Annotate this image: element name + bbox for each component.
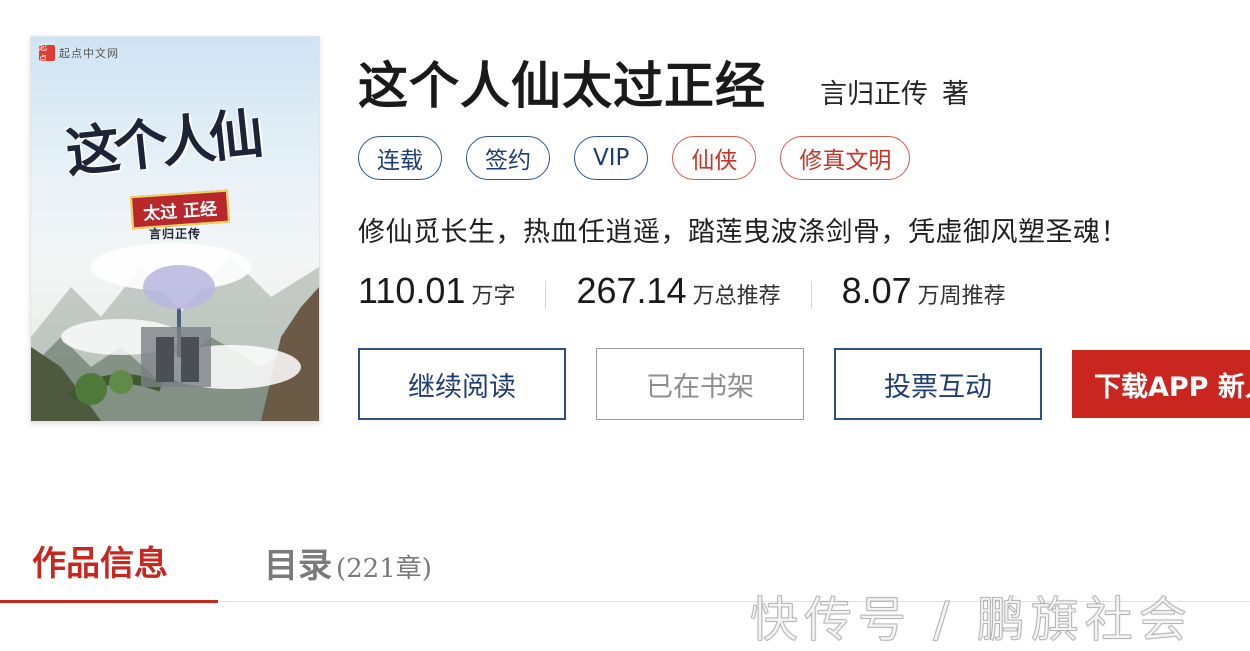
author-suffix: 著 [942,79,969,110]
continue-reading-button[interactable]: 继续阅读 [358,348,566,420]
stat-total-recommend: 267.14 万总推荐 [576,270,780,312]
tab-catalog-count: (221章) [336,554,432,584]
cover-author-art: 言归正传 [149,227,202,241]
stat-value: 267.14 [576,270,687,311]
publisher-name: 起点中文网 [59,47,119,60]
tag-serializing: 连载 [358,136,442,180]
watermark: 快传号 / 鹏旗社会 [750,592,1193,649]
stat-unit: 万周推荐 [917,284,1006,309]
stat-value: 8.07 [841,270,912,311]
cover-publisher: 起点 起点中文网 [39,43,119,63]
cover-subtitle-art: 太过 正经 [129,189,230,230]
title-row: 这个人仙太过正经 言归正传 著 [358,46,969,118]
author-link[interactable]: 言归正传 [820,72,928,111]
stat-value: 110.01 [358,270,466,311]
active-tab-indicator [0,600,218,603]
tag-subcategory[interactable]: 修真文明 [780,136,911,180]
in-bookshelf-button[interactable]: 已在书架 [596,348,804,420]
stat-unit: 万字 [471,284,516,309]
vote-button[interactable]: 投票互动 [834,348,1042,420]
tab-book-info[interactable]: 作品信息 [32,536,168,585]
tag-category-xianxia[interactable]: 仙侠 [672,136,757,180]
stat-weekly-recommend: 8.07 万周推荐 [842,270,1006,312]
action-buttons: 继续阅读 已在书架 投票互动 下载APP 新人 [358,348,1250,420]
stat-word-count: 110.01 万字 [358,270,515,312]
book-cover[interactable]: 起点 起点中文网 这个人仙 太过 正经 言归正传 [30,36,320,422]
publisher-logo-icon: 起点 [39,43,55,63]
book-stats: 110.01 万字 267.14 万总推荐 8.07 万周推荐 [358,270,1006,312]
tag-vip: VIP [574,136,649,180]
tab-catalog-label: 目录 [264,546,332,586]
book-intro: 修仙觅长生，热血任逍遥，踏莲曳波涤剑骨，凭虚御风塑圣魂！ [358,217,1128,248]
stat-divider [810,281,812,309]
stat-unit: 万总推荐 [692,284,781,309]
tag-list: 连载 签约 VIP 仙侠 修真文明 [358,136,911,180]
tab-catalog[interactable]: 目录 (221章) [264,538,432,587]
download-app-button[interactable]: 下载APP 新人 [1072,350,1250,418]
book-title: 这个人仙太过正经 [358,57,766,115]
stat-divider [545,281,547,309]
tag-signed: 签约 [466,136,550,180]
